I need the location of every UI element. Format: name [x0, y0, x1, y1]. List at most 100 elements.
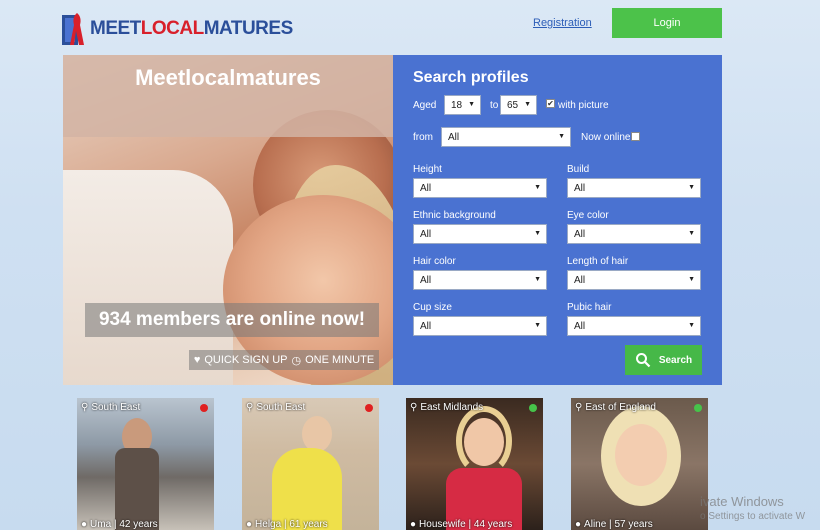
os-activation-watermark-subtext: o Settings to activate W [700, 511, 806, 522]
length-of-hair-value: All [574, 274, 586, 286]
chevron-down-icon: ▼ [534, 184, 541, 191]
cup-size-select[interactable]: All ▼ [413, 316, 547, 336]
site-header: MEETLOCALMATURES Registration Login [0, 0, 820, 55]
profile-card[interactable]: ⚲ East Midlands ● Housewife | 44 years [406, 398, 543, 530]
ethnic-background-value: All [420, 228, 432, 240]
chevron-down-icon: ▼ [688, 276, 695, 283]
profile-photo [77, 398, 214, 530]
profile-region: ⚲ South East [246, 402, 305, 413]
hair-color-select[interactable]: All ▼ [413, 270, 547, 290]
aged-label: Aged [413, 100, 437, 111]
profile-name: ● Uma | 42 years [81, 519, 158, 530]
age-from-value: 18 [451, 99, 463, 111]
map-pin-icon: ⚲ [575, 402, 583, 413]
eye-color-select[interactable]: All ▼ [567, 224, 701, 244]
height-select[interactable]: All ▼ [413, 178, 547, 198]
chevron-down-icon: ▼ [534, 276, 541, 283]
user-icon: ● [81, 519, 88, 530]
logo-text-local: LOCAL [140, 18, 204, 39]
chevron-down-icon: ▼ [468, 101, 475, 108]
registration-link[interactable]: Registration [533, 17, 592, 29]
profile-name-label: Uma | 42 years [90, 519, 158, 530]
age-to-value: 65 [507, 99, 519, 111]
chevron-down-icon: ▼ [688, 322, 695, 329]
to-label: to [490, 100, 499, 111]
pubic-hair-select[interactable]: All ▼ [567, 316, 701, 336]
site-logo[interactable]: MEETLOCALMATURES [62, 10, 293, 48]
profile-photo [571, 398, 708, 530]
chevron-down-icon: ▼ [534, 230, 541, 237]
height-label: Height [413, 164, 442, 175]
with-picture-label: with picture [558, 100, 609, 111]
user-icon: ● [246, 519, 253, 530]
chevron-down-icon: ▼ [688, 184, 695, 191]
search-profiles-panel: Search profiles Aged 18 ▼ to 65 ▼ ✔ with p… [393, 55, 722, 385]
profile-region-label: South East [256, 402, 306, 413]
quick-signup-label: QUICK SIGN UP [204, 354, 288, 366]
length-of-hair-select[interactable]: All ▼ [567, 270, 701, 290]
status-dot [200, 404, 208, 412]
hero-banner: Meetlocalmatures 934 members are online … [63, 55, 393, 385]
status-dot [365, 404, 373, 412]
age-from-select[interactable]: 18 ▼ [444, 95, 481, 115]
profile-region-label: South East [91, 402, 141, 413]
now-online-label: Now online [581, 132, 631, 143]
search-icon [635, 353, 651, 368]
with-picture-checkbox[interactable]: ✔ [546, 99, 555, 108]
online-members-banner: 934 members are online now! [85, 303, 379, 337]
profile-name-label: Aline | 57 years [584, 519, 653, 530]
from-value: All [448, 131, 460, 143]
eye-color-label: Eye color [567, 210, 609, 221]
profile-region: ⚲ East Midlands [410, 402, 483, 413]
profile-card[interactable]: ⚲ South East ● Uma | 42 years [77, 398, 214, 530]
hair-color-value: All [420, 274, 432, 286]
profile-name: ● Housewife | 44 years [410, 519, 512, 530]
ethnic-background-select[interactable]: All ▼ [413, 224, 547, 244]
profile-name: ● Aline | 57 years [575, 519, 653, 530]
login-button[interactable]: Login [612, 8, 722, 38]
cup-size-value: All [420, 320, 432, 332]
build-label: Build [567, 164, 590, 175]
chevron-down-icon: ▼ [558, 133, 565, 140]
profile-region-label: East of England [585, 402, 656, 413]
map-pin-icon: ⚲ [246, 402, 254, 413]
logo-icon [62, 11, 88, 47]
height-value: All [420, 182, 432, 194]
profile-region-label: East Midlands [420, 402, 484, 413]
now-online-checkbox[interactable] [631, 132, 640, 141]
profile-card[interactable]: ⚲ East of England ● Aline | 57 years [571, 398, 708, 530]
eye-color-value: All [574, 228, 586, 240]
build-value: All [574, 182, 586, 194]
quick-signup-button[interactable]: ♥ QUICK SIGN UP ◷ ONE MINUTE [189, 350, 379, 370]
ethnic-background-label: Ethnic background [413, 210, 496, 221]
age-to-select[interactable]: 65 ▼ [500, 95, 537, 115]
one-minute-label: ONE MINUTE [305, 354, 375, 366]
map-pin-icon: ⚲ [81, 402, 89, 413]
hair-color-label: Hair color [413, 256, 456, 267]
logo-text-matures: MATURES [203, 18, 294, 39]
length-of-hair-label: Length of hair [567, 256, 629, 267]
build-select[interactable]: All ▼ [567, 178, 701, 198]
from-label: from [413, 132, 433, 143]
search-panel-title: Search profiles [413, 69, 529, 86]
map-pin-icon: ⚲ [410, 402, 418, 413]
profile-region: ⚲ South East [81, 402, 140, 413]
chevron-down-icon: ▼ [524, 101, 531, 108]
pubic-hair-value: All [574, 320, 586, 332]
profile-card[interactable]: ⚲ South East ● Helga | 61 years [242, 398, 379, 530]
user-icon: ● [410, 519, 417, 530]
profile-photo [406, 398, 543, 530]
profile-name-label: Housewife | 44 years [419, 519, 513, 530]
clock-icon: ◷ [291, 354, 302, 367]
chevron-down-icon: ▼ [534, 322, 541, 329]
profile-name: ● Helga | 61 years [246, 519, 328, 530]
search-button[interactable]: Search [625, 345, 702, 375]
user-icon: ● [575, 519, 582, 530]
cup-size-label: Cup size [413, 302, 452, 313]
status-dot [529, 404, 537, 412]
os-activation-watermark: ivate Windows [700, 494, 784, 509]
profile-name-label: Helga | 61 years [255, 519, 328, 530]
heart-icon: ♥ [193, 354, 201, 366]
hero-title: Meetlocalmatures [135, 65, 321, 90]
from-select[interactable]: All ▼ [441, 127, 571, 147]
